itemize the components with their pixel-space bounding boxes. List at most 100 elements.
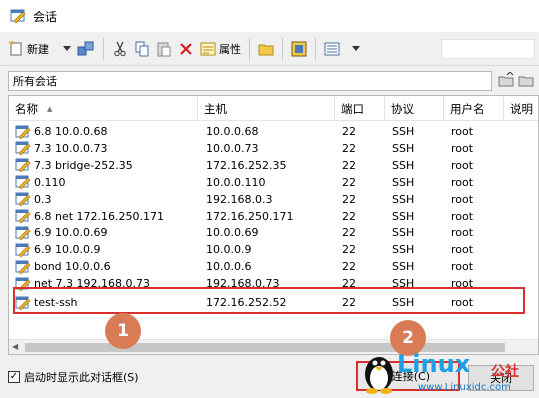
chevron-down-icon: [63, 45, 71, 51]
window-title: 会话: [33, 9, 58, 24]
session-icon: [15, 226, 31, 241]
toolbar-separator: [103, 37, 104, 60]
session-host: 10.0.0.73: [206, 141, 259, 155]
session-icon: [15, 192, 31, 207]
folder-up-icon[interactable]: [498, 72, 514, 88]
session-row[interactable]: 6.9 10.0.0.9 10.0.0.9 22 SSH root: [9, 241, 538, 258]
tux-penguin-icon: [365, 357, 393, 394]
column-header-name[interactable]: 名称 ▲: [9, 96, 198, 121]
column-header-host[interactable]: 主机: [198, 96, 335, 121]
startup-checkbox[interactable]: ✓: [8, 371, 20, 383]
session-name: 6.9 10.0.0.69: [34, 226, 108, 240]
folder-icon: [258, 44, 274, 55]
session-row[interactable]: 0.3 192.168.0.3 22 SSH root: [9, 191, 538, 208]
new-button[interactable]: 新建: [5, 37, 52, 61]
view-dropdown-button[interactable]: [349, 37, 363, 61]
cut-button[interactable]: [109, 37, 131, 61]
watermark-brand: Linux: [397, 350, 471, 378]
session-port: 22: [342, 175, 356, 189]
session-port: 22: [342, 209, 356, 223]
session-username: root: [451, 192, 474, 206]
session-row[interactable]: 7.3 10.0.0.73 10.0.0.73 22 SSH root: [9, 140, 538, 157]
session-username: root: [451, 158, 474, 172]
session-host: 192.168.0.3: [206, 192, 273, 206]
toolbar-separator: [282, 37, 283, 60]
new-label: 新建: [27, 42, 49, 56]
session-host: 10.0.0.6: [206, 260, 252, 274]
properties-button[interactable]: 属性: [197, 37, 244, 61]
session-username: root: [451, 260, 474, 274]
startup-checkbox-row[interactable]: ✓ 启动时显示此对话框(S): [8, 369, 139, 385]
scroll-left-icon[interactable]: ◀: [12, 342, 18, 351]
session-port: 22: [342, 226, 356, 240]
session-icon: [15, 125, 31, 139]
delete-button[interactable]: [175, 37, 197, 61]
copy-button[interactable]: [131, 37, 153, 61]
path-bar: 所有会话: [8, 71, 492, 91]
session-row[interactable]: bond 10.0.0.6 10.0.0.6 22 SSH root: [9, 258, 538, 275]
title-bar: 会话: [0, 0, 539, 32]
session-protocol: SSH: [392, 209, 415, 223]
copy-icon: [135, 41, 149, 56]
new-dropdown-button[interactable]: [60, 37, 74, 61]
session-username: root: [451, 209, 474, 223]
session-icon: [15, 141, 31, 156]
column-header-username[interactable]: 用户名: [444, 96, 504, 121]
session-host: 172.16.252.35: [206, 158, 287, 172]
session-host: 10.0.0.9: [206, 243, 252, 257]
session-port: 22: [342, 243, 356, 257]
session-host: 10.0.0.68: [206, 125, 259, 138]
search-input[interactable]: [441, 39, 535, 59]
session-row[interactable]: 7.3 bridge-252.35 172.16.252.35 22 SSH root: [9, 157, 538, 174]
session-row[interactable]: 6.8 10.0.0.68 10.0.0.68 22 SSH root: [9, 123, 538, 140]
column-header-description[interactable]: 说明: [504, 96, 538, 121]
session-username: root: [451, 141, 474, 155]
session-name-cell: 0.3: [15, 191, 201, 208]
shortcut-button[interactable]: [288, 37, 310, 61]
session-name-cell: 7.3 10.0.0.73: [15, 140, 201, 157]
session-protocol: SSH: [392, 243, 415, 257]
session-protocol: SSH: [392, 226, 415, 240]
session-name-cell: 0.110: [15, 174, 201, 191]
session-username: root: [451, 226, 474, 240]
column-header-port[interactable]: 端口: [335, 96, 385, 121]
session-host: 10.0.0.69: [206, 226, 259, 240]
column-header-protocol-label: 协议: [391, 101, 414, 116]
column-header-name-label: 名称: [15, 101, 38, 116]
session-row[interactable]: 0.110 10.0.0.110 22 SSH root: [9, 174, 538, 191]
session-icon: [15, 158, 31, 173]
connect-toolbar-button[interactable]: [74, 37, 98, 61]
session-name: 7.3 bridge-252.35: [34, 158, 133, 172]
session-name: 6.8 10.0.0.68: [34, 125, 108, 138]
session-list[interactable]: 名称 ▲ 主机 端口 协议 用户名 说明 6.8 10.0.0.68 10.0.0…: [8, 95, 539, 355]
session-name-cell: 6.8 10.0.0.68: [15, 123, 201, 140]
paste-icon: [157, 42, 171, 56]
folder-new-icon[interactable]: [518, 72, 534, 88]
session-username: root: [451, 125, 474, 138]
annotation-badge-1: 1: [105, 313, 141, 349]
session-name: 0.3: [34, 192, 52, 206]
column-header-port-label: 端口: [341, 101, 364, 116]
session-row[interactable]: 6.8 net 172.16.250.171 172.16.250.171 22 SS…: [9, 208, 538, 225]
column-header-protocol[interactable]: 协议: [385, 96, 444, 121]
highlight-test-ssh-row: [13, 287, 525, 314]
session-name-cell: 7.3 bridge-252.35: [15, 157, 201, 174]
session-name: bond 10.0.0.6: [34, 260, 111, 274]
session-port: 22: [342, 260, 356, 274]
watermark-brand-suffix: 公社: [491, 364, 519, 380]
session-name: 7.3 10.0.0.73: [34, 141, 108, 155]
paste-button[interactable]: [153, 37, 175, 61]
session-protocol: SSH: [392, 158, 415, 172]
toolbar-separator: [315, 37, 316, 60]
watermark: Linux 公社 www.Linuxidc.com: [356, 346, 539, 398]
session-icon: [15, 209, 31, 224]
delete-x-icon: [180, 42, 192, 55]
new-icon: [8, 40, 22, 55]
session-name-cell: 6.9 10.0.0.9: [15, 241, 201, 258]
view-button[interactable]: [321, 37, 343, 61]
new-folder-button[interactable]: [255, 37, 277, 61]
session-row[interactable]: 6.9 10.0.0.69 10.0.0.69 22 SSH root: [9, 224, 538, 241]
chevron-down-icon: [352, 45, 360, 51]
column-header-host-label: 主机: [204, 101, 227, 116]
startup-checkbox-label: 启动时显示此对话框(S): [24, 371, 139, 384]
